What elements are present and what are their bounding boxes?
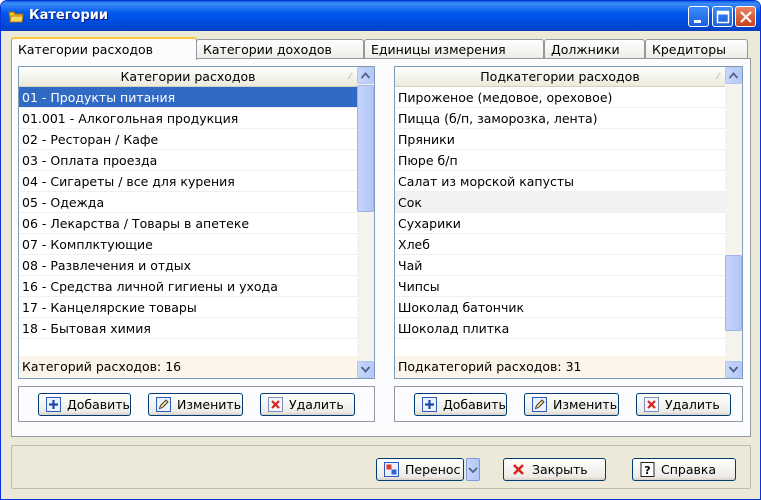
minimize-icon — [694, 20, 701, 23]
close-button[interactable]: Закрыть — [503, 458, 606, 481]
edit-category-button[interactable]: Изменить — [148, 393, 243, 416]
add-category-button[interactable]: Добавить — [38, 393, 131, 416]
list-item[interactable]: Пицца (б/п, заморозка, лента) — [395, 108, 725, 129]
column-header-label: Категории расходов — [120, 69, 256, 84]
help-label: Справка — [661, 462, 717, 477]
expense-categories-list[interactable]: Категории расходов ⁄ 01 - Продукты питан… — [18, 66, 375, 379]
close-x-icon — [513, 464, 524, 475]
list-item[interactable]: Хлеб — [395, 234, 725, 255]
list-item[interactable]: Чипсы — [395, 276, 725, 297]
left-actions-bar: Добавить Изменить Удалить — [18, 386, 375, 422]
title-bar[interactable]: Категории — [1, 1, 760, 31]
maximize-button[interactable] — [712, 6, 733, 27]
delete-category-button[interactable]: Удалить — [260, 393, 355, 416]
scroll-thumb[interactable] — [357, 85, 374, 212]
scroll-up-button[interactable] — [357, 67, 374, 84]
list-item[interactable]: 01.001 - Алкогольная продукция — [19, 108, 357, 129]
list-item[interactable]: 08 - Развлечения и отдых — [19, 255, 357, 276]
close-label: Закрыть — [532, 462, 588, 477]
tab-debtors[interactable]: Должники — [544, 39, 645, 59]
list-item[interactable]: 06 - Лекарства / Товары в апетеке — [19, 213, 357, 234]
list-item[interactable]: Чай — [395, 255, 725, 276]
edit-icon — [156, 397, 171, 412]
list-item[interactable]: 07 - Комплктующие — [19, 234, 357, 255]
list-item[interactable]: 02 - Ресторан / Кафе — [19, 129, 357, 150]
dialog-footer: Перенос Закрыть ? Справка — [11, 445, 751, 489]
tab-creditors[interactable]: Кредиторы — [645, 39, 748, 59]
list-item[interactable]: Салат из морской капусты — [395, 171, 725, 192]
delete-subcategory-label: Удалить — [665, 397, 720, 412]
tab-strip: Категории расходов Категории доходов Еди… — [11, 37, 751, 60]
list-item[interactable]: Сухарики — [395, 213, 725, 234]
app-folder-icon — [8, 11, 24, 23]
list-item[interactable]: Шоколад батончик — [395, 297, 725, 318]
edit-category-label: Изменить — [177, 397, 242, 412]
delete-icon — [268, 397, 283, 412]
transfer-dropdown-button[interactable] — [466, 458, 480, 481]
subcategory-count-footer: Подкатегорий расходов: 31 — [395, 356, 725, 378]
list-item[interactable]: Сок — [395, 192, 725, 213]
list-item[interactable]: 05 - Одежда — [19, 192, 357, 213]
list-item[interactable]: Пироженое (медовое, ореховое) — [395, 87, 725, 108]
close-window-button[interactable] — [735, 6, 756, 27]
maximize-icon — [716, 10, 730, 24]
tab-units[interactable]: Единицы измерения — [364, 39, 544, 59]
categories-window: Категории Категории расходов Категории д… — [0, 0, 761, 500]
list-item[interactable]: Пряники — [395, 129, 725, 150]
edit-icon — [532, 397, 547, 412]
minimize-button[interactable] — [688, 6, 709, 27]
list-item[interactable]: Пюре б/п — [395, 150, 725, 171]
scroll-up-icon — [729, 72, 738, 79]
add-category-label: Добавить — [67, 397, 130, 412]
tab-page: Категории расходов ⁄ 01 - Продукты питан… — [11, 58, 751, 437]
scroll-up-button[interactable] — [725, 67, 742, 84]
left-vertical-scrollbar[interactable] — [357, 67, 374, 378]
tab-expense-categories[interactable]: Категории расходов — [11, 37, 197, 60]
list-item[interactable]: 16 - Средства личной гигиены и ухода — [19, 276, 357, 297]
edit-subcategory-label: Изменить — [553, 397, 618, 412]
column-header-label: Подкатегории расходов — [480, 69, 640, 84]
add-subcategory-label: Добавить — [443, 397, 506, 412]
scroll-thumb[interactable] — [725, 255, 742, 331]
delete-subcategory-button[interactable]: Удалить — [636, 393, 731, 416]
tab-income-categories[interactable]: Категории доходов — [196, 39, 364, 59]
delete-icon — [644, 397, 659, 412]
transfer-icon — [384, 462, 399, 477]
svg-text:?: ? — [644, 464, 650, 477]
window-title: Категории — [29, 8, 108, 23]
help-icon: ? — [640, 462, 655, 477]
list-item[interactable]: 03 - Оплата проезда — [19, 150, 357, 171]
scroll-down-button[interactable] — [725, 361, 742, 378]
expense-count-footer: Категорий расходов: 16 — [19, 356, 357, 378]
transfer-label: Перенос — [405, 462, 461, 477]
expense-subcategories-list[interactable]: Подкатегории расходов ⁄ Пироженое (медов… — [394, 66, 743, 379]
list-item[interactable]: 17 - Канцелярские товары — [19, 297, 357, 318]
sort-indicator-icon: ⁄ — [349, 72, 351, 82]
sort-indicator-icon: ⁄ — [717, 72, 719, 82]
column-header-expense-subcategories[interactable]: Подкатегории расходов ⁄ — [395, 67, 725, 87]
expense-rows: 01 - Продукты питания 01.001 - Алкогольна… — [19, 87, 357, 360]
help-button[interactable]: ? Справка — [632, 458, 736, 481]
right-vertical-scrollbar[interactable] — [725, 67, 742, 378]
right-actions-bar: Добавить Изменить Удалить — [394, 386, 743, 422]
transfer-button[interactable]: Перенос — [376, 458, 464, 481]
list-item[interactable]: 01 - Продукты питания — [19, 87, 357, 108]
edit-subcategory-button[interactable]: Изменить — [524, 393, 619, 416]
scroll-down-icon — [361, 366, 370, 373]
add-icon — [422, 397, 437, 412]
scroll-down-button[interactable] — [357, 361, 374, 378]
subcategory-rows: Пироженое (медовое, ореховое) Пицца (б/п,… — [395, 87, 725, 360]
list-item[interactable]: 04 - Сигареты / все для курения — [19, 171, 357, 192]
chevron-down-icon — [468, 467, 478, 474]
add-subcategory-button[interactable]: Добавить — [414, 393, 507, 416]
scroll-up-icon — [361, 72, 370, 79]
column-header-expense-categories[interactable]: Категории расходов ⁄ — [19, 67, 357, 87]
add-icon — [46, 397, 61, 412]
close-icon — [740, 11, 752, 23]
list-item[interactable]: 18 - Бытовая химия — [19, 318, 357, 339]
list-item[interactable]: Шоколад плитка — [395, 318, 725, 339]
delete-category-label: Удалить — [289, 397, 344, 412]
scroll-down-icon — [729, 366, 738, 373]
